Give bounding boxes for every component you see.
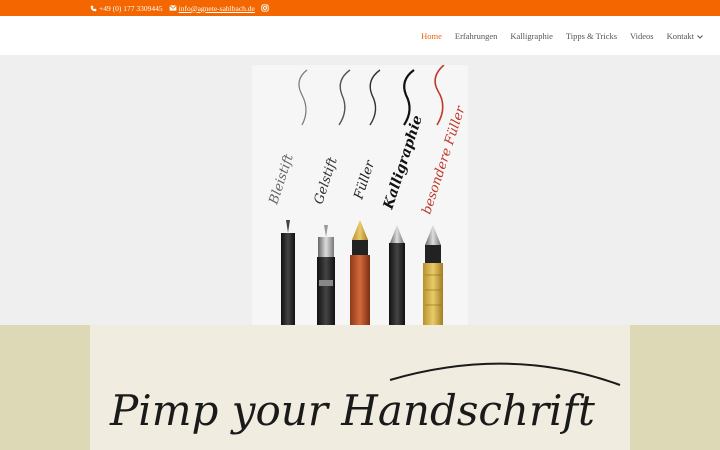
phone-number: +49 (0) 177 3309445 xyxy=(99,3,163,13)
label-kalligraphie: Kalligraphie xyxy=(380,113,426,212)
pens-writing-image: Bleistift Gelstift Füller Kalligraphie b… xyxy=(252,65,468,325)
nav-erfahrungen-label: Erfahrungen xyxy=(454,30,498,41)
nav-home[interactable]: Home xyxy=(421,31,442,41)
nav-tipps-tricks-label: Tipps & Tricks xyxy=(565,30,618,41)
chevron-down-icon xyxy=(697,31,703,41)
nav-erfahrungen[interactable]: Erfahrungen xyxy=(455,31,497,41)
label-besondere-fueller: besondere Füller xyxy=(420,104,468,216)
email-link[interactable]: info@agnete-sahlbach.de xyxy=(168,3,255,13)
label-fueller: Füller xyxy=(351,158,378,202)
nav-kalligraphie[interactable]: Kalligraphie xyxy=(510,31,552,41)
instagram-link[interactable] xyxy=(261,4,269,12)
phone-link[interactable]: +49 (0) 177 3309445 xyxy=(90,4,163,13)
handwriting-banner-art: Pimp your Handschrift xyxy=(109,362,621,435)
top-bar-contact: +49 (0) 177 3309445 info@agnete-sahlbach… xyxy=(90,0,269,16)
nav-videos[interactable]: Videos xyxy=(630,31,654,41)
nav-tipps-tricks[interactable]: Tipps & Tricks xyxy=(566,31,617,41)
hero-section: Bleistift Gelstift Füller Kalligraphie b… xyxy=(0,55,720,325)
envelope-icon xyxy=(168,5,177,11)
instagram-icon xyxy=(261,4,269,12)
nav-home-label: Home xyxy=(421,30,442,41)
top-bar: +49 (0) 177 3309445 info@agnete-sahlbach… xyxy=(0,0,720,16)
nav-kontakt-label: Kontakt xyxy=(666,30,694,41)
pens-illustration: Bleistift Gelstift Füller Kalligraphie b… xyxy=(266,65,468,325)
main-header: Home Erfahrungen Kalligraphie Tipps & Tr… xyxy=(0,16,720,55)
banner-handwriting-text: Pimp your Handschrift xyxy=(109,386,595,435)
nav-videos-label: Videos xyxy=(630,30,654,41)
handwriting-banner: Pimp your Handschrift xyxy=(90,325,630,450)
nav-kontakt[interactable]: Kontakt xyxy=(667,31,703,41)
nav-kalligraphie-label: Kalligraphie xyxy=(510,30,553,41)
label-bleistift: Bleistift xyxy=(266,152,297,207)
phone-icon xyxy=(90,5,97,12)
label-gelstift: Gelstift xyxy=(312,155,341,206)
email-address: info@agnete-sahlbach.de xyxy=(178,3,255,13)
main-menu: Home Erfahrungen Kalligraphie Tipps & Tr… xyxy=(421,16,703,55)
intro-section: Pimp your Handschrift xyxy=(0,325,720,450)
